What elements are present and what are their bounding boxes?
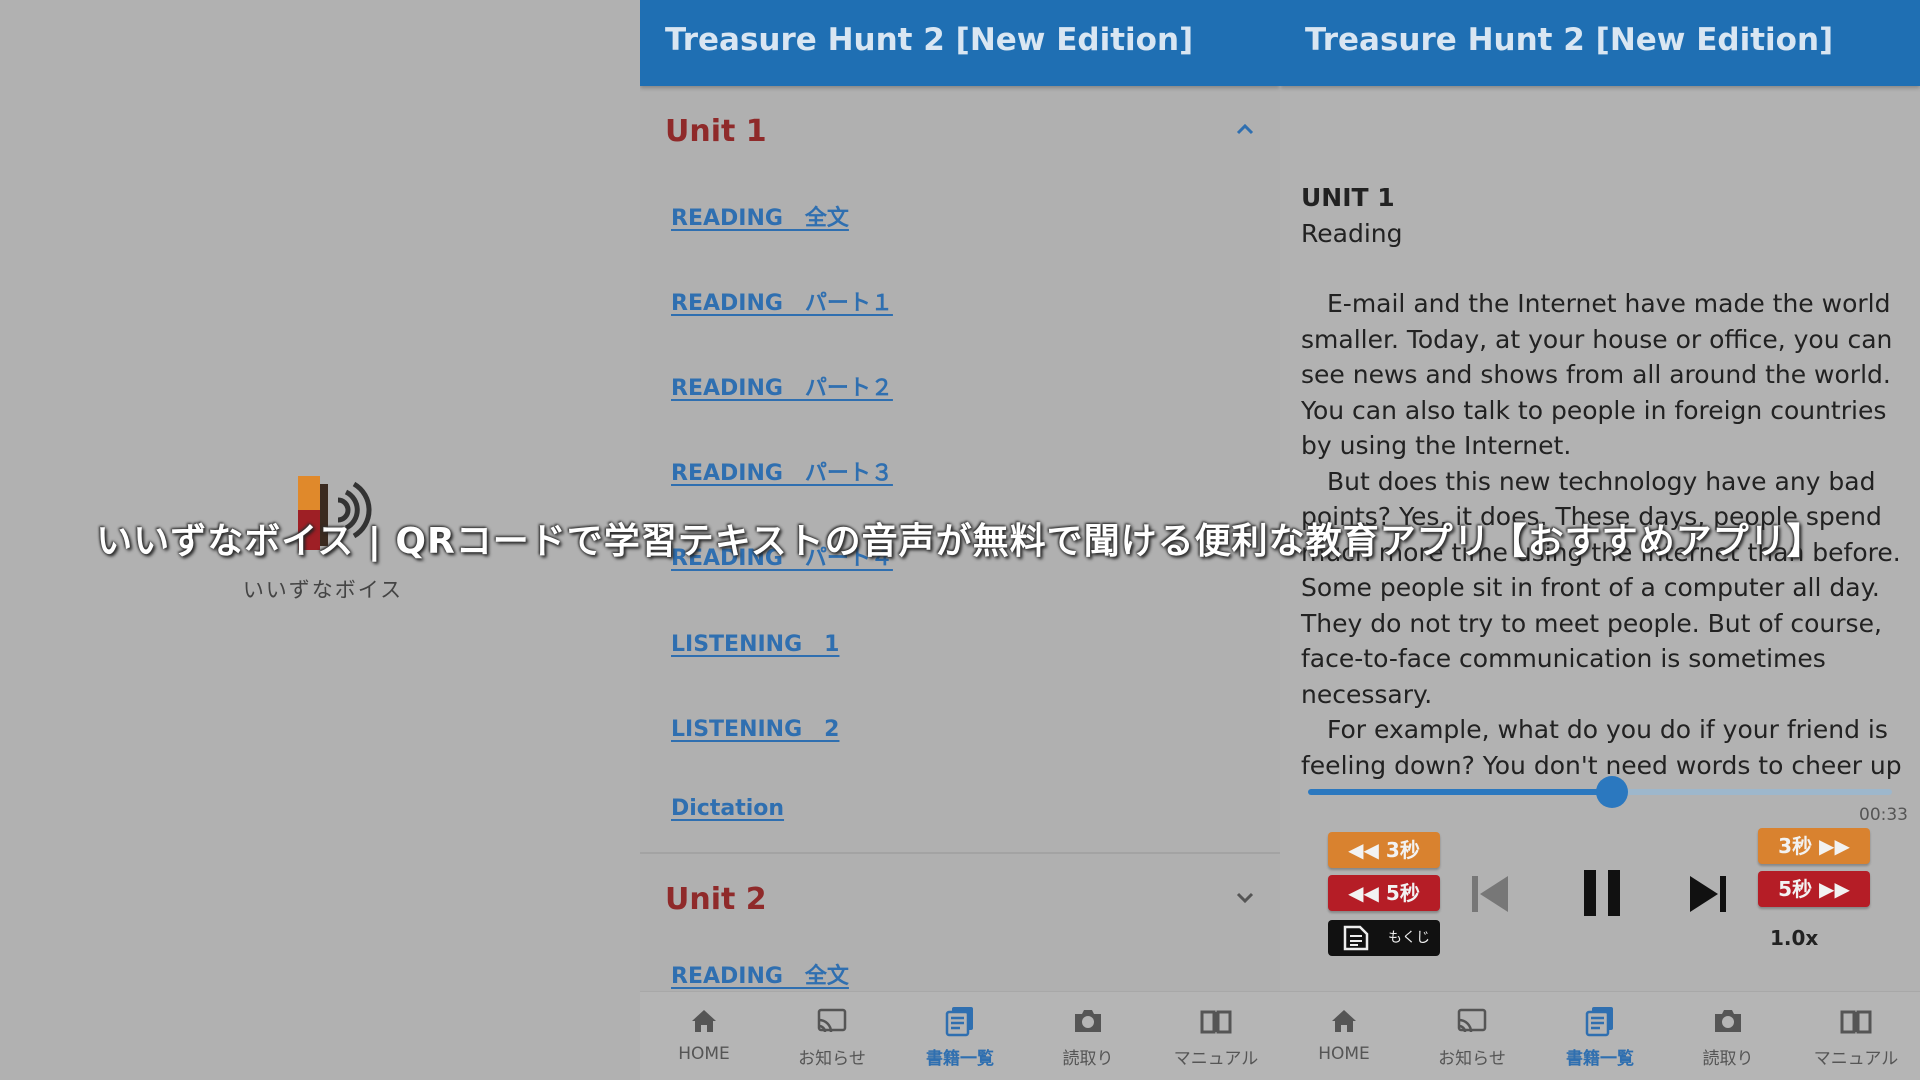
nav-label: 読取り [1702, 1049, 1754, 1069]
nav-scan[interactable]: 読取り [1664, 1002, 1792, 1074]
document-icon [1343, 925, 1369, 951]
cast-icon [817, 1008, 847, 1033]
nav-label: 読取り [1062, 1049, 1114, 1069]
nav-label: お知らせ [1438, 1049, 1506, 1069]
chevron-up-icon[interactable] [1230, 114, 1260, 144]
app-bar-title: Treasure Hunt 2 [New Edition] [1305, 22, 1834, 58]
logo-text: いいずなボイス [242, 578, 404, 602]
bottom-nav: HOME お知らせ 書籍一覧 読取り マニュアル [640, 991, 1280, 1080]
track-link[interactable]: LISTENING 2 [671, 711, 839, 743]
forward-3s-button[interactable]: 3秒 ▶▶ [1758, 828, 1870, 864]
bottom-nav: HOME お知らせ 書籍一覧 読取り マニュアル [1280, 991, 1920, 1080]
app-bar: Treasure Hunt 2 [New Edition] [1280, 0, 1920, 86]
unit-2-header[interactable]: Unit 2 [640, 858, 1280, 938]
track-link[interactable]: READING パート３ [671, 455, 893, 487]
nav-home[interactable]: HOME [640, 1002, 768, 1074]
app-bar: Treasure Hunt 2 [New Edition] [640, 0, 1280, 86]
rewind-5s-label: 5秒 [1385, 881, 1420, 905]
forward-3s-label: 3秒 [1778, 834, 1813, 858]
nav-books[interactable]: 書籍一覧 [896, 1002, 1024, 1074]
paragraph: But does this new technology have any ba… [1301, 466, 1901, 709]
elapsed-time: 00:33 [1859, 805, 1908, 825]
unit-heading: UNIT 1 [1301, 183, 1395, 212]
unit-1-title: Unit 1 [665, 114, 767, 149]
unit-1-header[interactable]: Unit 1 [640, 90, 1280, 170]
rewind-3s-label: 3秒 [1385, 838, 1420, 862]
track-link[interactable]: LISTENING 1 [671, 626, 839, 658]
nav-books[interactable]: 書籍一覧 [1536, 1002, 1664, 1074]
track-link[interactable]: READING 全文 [671, 958, 849, 990]
toc-label: もくじ [1388, 930, 1430, 946]
track-link[interactable]: Dictation [671, 796, 784, 821]
track-link[interactable]: READING パート１ [671, 285, 893, 317]
open-book-icon [1200, 1010, 1232, 1034]
nav-manual[interactable]: マニュアル [1152, 1002, 1280, 1074]
seek-progress [1308, 789, 1612, 795]
camera-icon [1715, 1010, 1741, 1032]
book-list-icon [1585, 1007, 1613, 1037]
nav-label: 書籍一覧 [1566, 1049, 1634, 1069]
seek-handle[interactable] [1595, 776, 1628, 808]
nav-news[interactable]: お知らせ [768, 1002, 896, 1074]
chevron-down-icon[interactable] [1230, 882, 1260, 912]
app-bar-title: Treasure Hunt 2 [New Edition] [665, 22, 1194, 58]
forward-5s-button[interactable]: 5秒 ▶▶ [1758, 871, 1870, 907]
reading-text: UNIT 1 Reading E-mail and the Internet h… [1301, 180, 1911, 783]
forward-5s-label: 5秒 [1778, 877, 1813, 901]
home-icon [692, 1010, 716, 1032]
video-caption: いいずなボイス | QRコードで学習テキストの音声が無料で聞ける便利な教育アプリ… [96, 521, 1824, 562]
section-heading: Reading [1301, 218, 1403, 248]
camera-icon [1075, 1010, 1101, 1032]
toc-button[interactable]: もくじ [1328, 920, 1440, 956]
nav-home[interactable]: HOME [1280, 1002, 1408, 1074]
unit-2-title: Unit 2 [665, 882, 767, 917]
home-icon [1332, 1010, 1356, 1032]
rewind-3s-button[interactable]: ◀◀ 3秒 [1328, 832, 1440, 868]
nav-manual[interactable]: マニュアル [1792, 1002, 1920, 1074]
paragraph: For example, what do you do if your frie… [1301, 715, 1902, 780]
nav-news[interactable]: お知らせ [1408, 1002, 1536, 1074]
nav-label: マニュアル [1173, 1049, 1259, 1069]
next-track-icon[interactable] [1684, 872, 1732, 916]
track-link[interactable]: READING 全文 [671, 200, 849, 232]
nav-label: HOME [678, 1044, 730, 1064]
pause-icon[interactable] [1576, 866, 1628, 920]
previous-track-icon[interactable] [1466, 872, 1514, 916]
paragraph: E-mail and the Internet have made the wo… [1301, 289, 1893, 460]
nav-label: お知らせ [798, 1049, 866, 1069]
divider [640, 852, 1280, 854]
nav-label: HOME [1318, 1044, 1370, 1064]
nav-label: マニュアル [1813, 1049, 1899, 1069]
seek-bar[interactable] [1308, 776, 1892, 808]
book-list-icon [945, 1007, 973, 1037]
nav-scan[interactable]: 読取り [1024, 1002, 1152, 1074]
cast-icon [1457, 1008, 1487, 1033]
rewind-5s-button[interactable]: ◀◀ 5秒 [1328, 875, 1440, 911]
playback-speed[interactable]: 1.0x [1770, 926, 1818, 950]
track-link[interactable]: READING パート２ [671, 370, 893, 402]
open-book-icon [1840, 1010, 1872, 1034]
nav-label: 書籍一覧 [926, 1049, 994, 1069]
